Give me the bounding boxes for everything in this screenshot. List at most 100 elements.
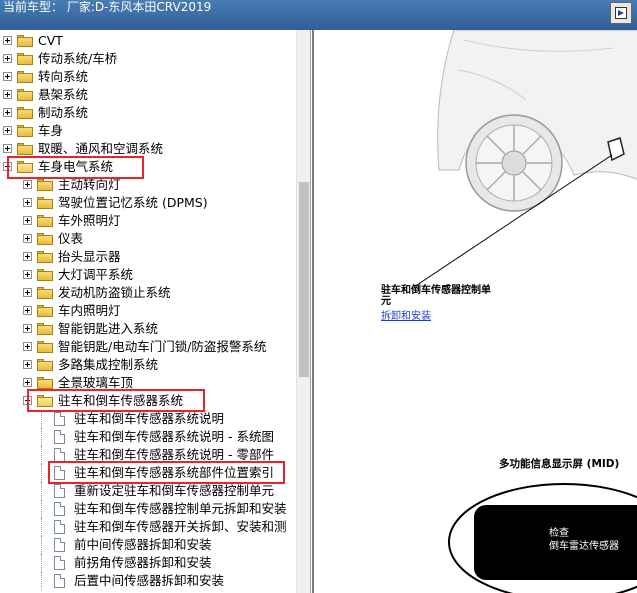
folder-icon: [37, 305, 53, 317]
tree-item-folder[interactable]: 智能钥匙进入系统: [0, 320, 296, 338]
folder-icon: [37, 377, 53, 389]
document-icon: [54, 538, 65, 552]
expand-icon[interactable]: [3, 90, 12, 99]
expand-icon[interactable]: [3, 144, 12, 153]
expand-icon[interactable]: [23, 216, 32, 225]
tree-connector: [41, 536, 42, 554]
document-icon: [54, 430, 65, 444]
tree-item-folder[interactable]: 悬架系统: [0, 86, 296, 104]
tree-item-document[interactable]: 重新设定驻车和倒车传感器控制单元: [0, 482, 296, 500]
expand-icon[interactable]: [3, 36, 12, 45]
tree-item-document[interactable]: 前拐角传感器拆卸和安装: [0, 554, 296, 572]
tree-item-folder[interactable]: 车外照明灯: [0, 212, 296, 230]
tree-item-folder[interactable]: CVT: [0, 32, 296, 50]
play-icon[interactable]: [610, 2, 632, 24]
folder-icon: [37, 269, 53, 281]
tree-connector: [41, 500, 42, 518]
tree-item-label: 多路集成控制系统: [58, 357, 159, 372]
tree-item-folder[interactable]: 驾驶位置记忆系统 (DPMS): [0, 194, 296, 212]
document-icon: [54, 484, 65, 498]
folder-icon: [17, 107, 33, 119]
tree-item-folder[interactable]: 车内照明灯: [0, 302, 296, 320]
expand-icon[interactable]: [3, 54, 12, 63]
tree-item-label: 制动系统: [38, 105, 89, 120]
folder-icon: [17, 35, 33, 47]
tree-item-document[interactable]: 后置中间传感器拆卸和安装: [0, 572, 296, 590]
document-icon: [54, 520, 65, 534]
expand-icon[interactable]: [23, 324, 32, 333]
tree-item-document[interactable]: 驻车和倒车传感器系统说明 - 系统图: [0, 428, 296, 446]
folder-icon: [37, 287, 53, 299]
tree-item-document[interactable]: 驻车和倒车传感器系统说明: [0, 410, 296, 428]
tree-item-folder[interactable]: 智能钥匙/电动车门门锁/防盗报警系统: [0, 338, 296, 356]
tree-item-label: 后置中间传感器拆卸和安装: [74, 573, 225, 588]
tree-item-document[interactable]: 驻车和倒车传感器控制单元拆卸和安装: [0, 500, 296, 518]
highlight-part-location: [48, 461, 285, 484]
expand-icon[interactable]: [23, 288, 32, 297]
expand-icon[interactable]: [23, 378, 32, 387]
expand-icon[interactable]: [23, 360, 32, 369]
highlight-parking-sensor: [27, 389, 205, 412]
tree-item-folder[interactable]: 转向系统: [0, 68, 296, 86]
folder-icon: [17, 71, 33, 83]
tree-item-label: 驻车和倒车传感器系统说明 - 系统图: [74, 429, 274, 444]
document-icon: [54, 448, 65, 462]
tree-item-folder[interactable]: 大灯调平系统: [0, 266, 296, 284]
tree-item-label: 大灯调平系统: [58, 267, 134, 282]
folder-icon: [37, 215, 53, 227]
expand-icon[interactable]: [23, 342, 32, 351]
expand-icon[interactable]: [3, 126, 12, 135]
folder-icon: [17, 53, 33, 65]
tree-item-label: 车外照明灯: [58, 213, 121, 228]
tree-item-label: 重新设定驻车和倒车传感器控制单元: [74, 483, 275, 498]
folder-icon: [37, 323, 53, 335]
tree-connector: [41, 410, 42, 428]
tree-item-label: 车内照明灯: [58, 303, 121, 318]
document-icon: [54, 502, 65, 516]
tree-connector: [41, 428, 42, 446]
tree-item-label: 前中间传感器拆卸和安装: [74, 537, 212, 552]
tree-item-folder[interactable]: 制动系统: [0, 104, 296, 122]
tree-item-folder[interactable]: 仪表: [0, 230, 296, 248]
content-pane: 检查 倒车雷达传感器 驻车和倒车传感器控制单元 拆卸和安装 多功能信息显示屏 (…: [312, 30, 637, 593]
tree-item-label: 传动系统/车桥: [38, 51, 118, 66]
mid-title: 多功能信息显示屏 (MID): [499, 458, 620, 470]
expand-icon[interactable]: [3, 72, 12, 81]
expand-icon[interactable]: [23, 252, 32, 261]
tree-item-folder[interactable]: 抬头显示器: [0, 248, 296, 266]
tree-item-label: 驻车和倒车传感器开关拆卸、安装和测: [74, 519, 287, 534]
document-icon: [54, 412, 65, 426]
expand-icon[interactable]: [23, 198, 32, 207]
tree-item-folder[interactable]: 多路集成控制系统: [0, 356, 296, 374]
removal-installation-link[interactable]: 拆卸和安装: [381, 307, 431, 322]
expand-icon[interactable]: [23, 306, 32, 315]
tree-item-folder[interactable]: 发动机防盗锁止系统: [0, 284, 296, 302]
expand-icon[interactable]: [23, 234, 32, 243]
callout-title: 驻车和倒车传感器控制单元: [381, 285, 491, 307]
folder-icon: [37, 179, 53, 191]
tree-item-label: 驻车和倒车传感器控制单元拆卸和安装: [74, 501, 287, 516]
highlight-body-electrical: [7, 156, 144, 179]
tree-item-document[interactable]: 驻车和倒车传感器开关拆卸、安装和测: [0, 518, 296, 536]
folder-icon: [37, 359, 53, 371]
expand-icon[interactable]: [23, 180, 32, 189]
tree-connector: [41, 518, 42, 536]
tree-connector: [41, 464, 42, 482]
tree-item-label: 车身: [38, 123, 64, 138]
tree-item-label: 仪表: [58, 231, 84, 246]
tree-item-folder[interactable]: 传动系统/车桥: [0, 50, 296, 68]
expand-icon[interactable]: [23, 270, 32, 279]
document-icon: [54, 574, 65, 588]
expand-icon[interactable]: [3, 108, 12, 117]
tree-item-folder[interactable]: 车身: [0, 122, 296, 140]
tree-pane: CVT 传动系统/车桥 转向系统 悬架系统 制动系统 车身 取暖、通风和空调系统 车身电气系统…: [0, 30, 311, 593]
tree-item-label: 发动机防盗锁止系统: [58, 285, 171, 300]
tree-item-label: CVT: [38, 33, 63, 48]
tree-connector: [41, 572, 42, 590]
tree-connector: [41, 482, 42, 500]
tree-scrollbar[interactable]: [296, 30, 310, 593]
scrollbar-thumb[interactable]: [299, 182, 309, 377]
tree-item-document[interactable]: 前中间传感器拆卸和安装: [0, 536, 296, 554]
tree-item-label: 悬架系统: [38, 87, 89, 102]
tree-item-label: 抬头显示器: [58, 249, 121, 264]
